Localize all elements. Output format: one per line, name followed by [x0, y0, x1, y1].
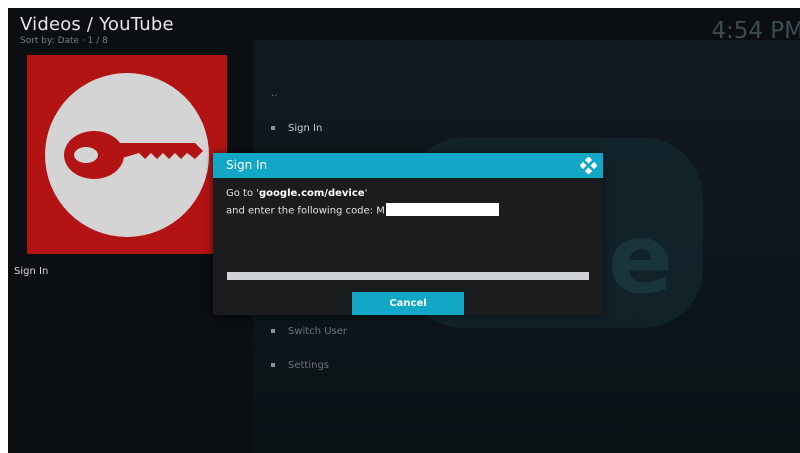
kodi-screen: e Videos / YouTube Sort by: Date · 1 / 8… [8, 8, 800, 453]
page-title: Videos / YouTube [20, 14, 174, 35]
device-code-redacted [385, 203, 499, 216]
youtube-logo-watermark-letter: e [608, 203, 674, 315]
sort-info: Sort by: Date · 1 / 8 [20, 36, 108, 46]
instruction-suffix: ' [364, 188, 368, 199]
device-url: google.com/device [259, 188, 365, 199]
item-thumbnail [27, 55, 227, 254]
sign-in-dialog: Sign In Go to 'google.com/device' and en… [213, 153, 603, 315]
code-instruction-text: and enter the following code: M [226, 205, 385, 217]
list-item-sign-in[interactable]: Sign In [271, 123, 322, 134]
dialog-instruction-url: Go to 'google.com/device' [226, 188, 367, 199]
bullet-icon [271, 363, 275, 367]
selected-item-label: Sign In [14, 266, 49, 277]
key-icon [45, 73, 209, 237]
dialog-instruction-code: and enter the following code: M [226, 203, 499, 217]
bullet-icon [271, 329, 275, 333]
list-item-label: Sign In [288, 123, 323, 134]
list-item-settings[interactable]: Settings [271, 360, 329, 371]
list-item-label: Settings [288, 360, 330, 371]
bullet-icon [271, 126, 275, 130]
clock: 4:54 PM [711, 18, 800, 44]
progress-fill [228, 273, 588, 279]
instruction-prefix: Go to ' [226, 188, 260, 199]
list-item-label: Switch User [288, 326, 348, 337]
dialog-header: Sign In [213, 153, 603, 178]
kodi-logo-icon [580, 157, 597, 174]
dialog-title: Sign In [226, 158, 268, 172]
list-item-switch-user[interactable]: Switch User [271, 326, 347, 337]
list-item-parent[interactable]: .. [271, 88, 277, 99]
progress-bar [227, 272, 589, 280]
list-item-label: .. [271, 88, 278, 99]
cancel-button[interactable]: Cancel [352, 292, 464, 315]
